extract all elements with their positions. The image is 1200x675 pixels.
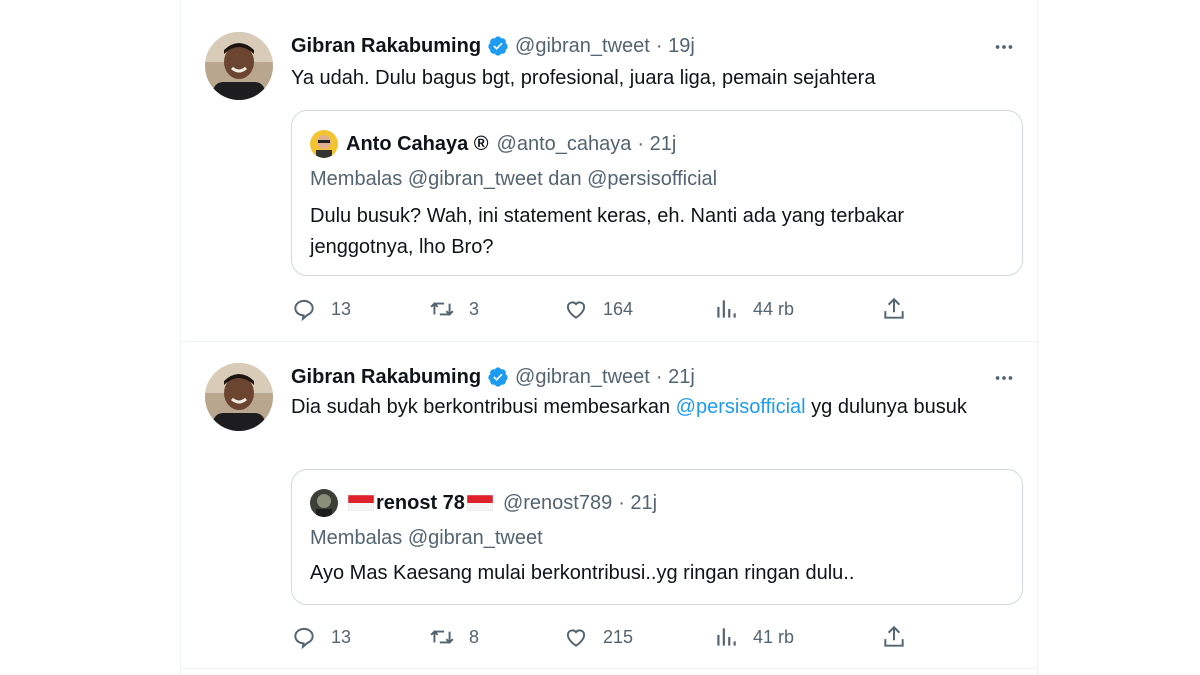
author-handle[interactable]: @gibran_tweet bbox=[515, 366, 650, 389]
quoted-tweet[interactable]: Anto Cahaya ® @anto_cahaya · 21j Membala… bbox=[291, 110, 1023, 276]
retweet-count: 3 bbox=[469, 298, 480, 319]
quoted-tweet-time: · 21j bbox=[618, 491, 658, 514]
replying-to: Membalas @gibran_tweet bbox=[310, 527, 543, 549]
avatar bbox=[310, 489, 338, 517]
quoted-author-name: Anto Cahaya ® bbox=[346, 132, 489, 155]
views-button[interactable]: 41 rb bbox=[713, 622, 794, 652]
quoted-tweet-time: · 21j bbox=[637, 132, 677, 155]
tweet[interactable]: Gibran Rakabuming @gibran_tweet · 19j Ya… bbox=[181, 0, 1037, 342]
author-name[interactable]: Gibran Rakabuming bbox=[291, 366, 481, 389]
tweet-time[interactable]: · 21j bbox=[656, 366, 695, 389]
quoted-tweet-header: Anto Cahaya ® @anto_cahaya · 21j bbox=[310, 129, 676, 159]
tweet-actions: 13 8 215 41 rb bbox=[291, 622, 1031, 652]
heart-icon bbox=[566, 629, 586, 647]
tweet-actions: 13 3 164 44 rb bbox=[291, 294, 1031, 324]
reply-count: 13 bbox=[331, 626, 352, 647]
more-options-icon[interactable] bbox=[991, 34, 1017, 60]
reply-count: 13 bbox=[331, 298, 352, 319]
views-count: 41 rb bbox=[753, 626, 795, 647]
retweet-icon bbox=[430, 630, 454, 644]
author-handle[interactable]: @gibran_tweet bbox=[515, 35, 650, 58]
share-button[interactable] bbox=[881, 622, 907, 652]
views-count: 44 rb bbox=[753, 298, 795, 319]
tweet-header: Gibran Rakabuming @gibran_tweet · 19j bbox=[291, 32, 695, 60]
retweet-count: 8 bbox=[469, 626, 480, 647]
like-count: 164 bbox=[603, 298, 634, 319]
like-button[interactable]: 215 bbox=[563, 622, 633, 652]
retweet-button[interactable]: 3 bbox=[429, 294, 479, 324]
retweet-button[interactable]: 8 bbox=[429, 622, 479, 652]
quoted-tweet-text: Dulu busuk? Wah, ini statement keras, eh… bbox=[310, 205, 905, 258]
mention-link[interactable]: @persisofficial bbox=[676, 396, 806, 418]
avatar bbox=[310, 130, 338, 158]
tweet-time[interactable]: · 19j bbox=[656, 35, 695, 58]
views-button[interactable]: 44 rb bbox=[713, 294, 794, 324]
avatar[interactable] bbox=[205, 363, 273, 431]
reply-icon bbox=[294, 299, 314, 322]
tweet-text: Ya udah. Dulu bagus bgt, profesional, ju… bbox=[291, 67, 876, 89]
share-icon bbox=[884, 297, 904, 319]
views-icon bbox=[717, 300, 736, 318]
tweet[interactable]: Gibran Rakabuming @gibran_tweet · 21j Di… bbox=[181, 342, 1037, 669]
more-options-icon[interactable] bbox=[991, 365, 1017, 391]
reply-button[interactable]: 13 bbox=[291, 622, 351, 652]
quoted-tweet-header: renost 78 @renost789 · 21j bbox=[310, 488, 657, 518]
replying-to: Membalas @gibran_tweet dan @persisoffici… bbox=[310, 168, 718, 190]
quoted-tweet-text: Ayo Mas Kaesang mulai berkontribusi..yg … bbox=[310, 562, 855, 584]
flag-indonesia-icon bbox=[466, 495, 493, 511]
quoted-author-handle: @renost789 bbox=[502, 491, 613, 514]
retweet-icon bbox=[430, 302, 454, 316]
like-button[interactable]: 164 bbox=[563, 294, 633, 324]
tweet-header: Gibran Rakabuming @gibran_tweet · 21j bbox=[291, 363, 695, 391]
author-name[interactable]: Gibran Rakabuming bbox=[291, 35, 481, 58]
tweet-text-part: yg dulunya busuk bbox=[805, 396, 967, 418]
tweet-text-part: Dia sudah byk berkontribusi membesarkan bbox=[291, 396, 676, 418]
verified-badge-icon bbox=[488, 367, 508, 387]
verified-badge-icon bbox=[488, 36, 508, 56]
quoted-author-name: renost 78 bbox=[376, 491, 465, 514]
timeline: Gibran Rakabuming @gibran_tweet · 19j Ya… bbox=[180, 0, 1038, 675]
quoted-author-handle: @anto_cahaya bbox=[496, 132, 632, 155]
reply-icon bbox=[294, 627, 314, 650]
quoted-tweet[interactable]: renost 78 @renost789 · 21j Membalas @gib… bbox=[291, 469, 1023, 605]
avatar[interactable] bbox=[205, 32, 273, 100]
tweet-text: Dia sudah byk berkontribusi membesarkan … bbox=[291, 393, 991, 422]
flag-indonesia-icon bbox=[348, 495, 374, 511]
share-button[interactable] bbox=[881, 294, 907, 324]
share-icon bbox=[884, 625, 904, 647]
views-icon bbox=[717, 628, 736, 646]
reply-button[interactable]: 13 bbox=[291, 294, 351, 324]
heart-icon bbox=[566, 301, 586, 319]
like-count: 215 bbox=[603, 626, 634, 647]
